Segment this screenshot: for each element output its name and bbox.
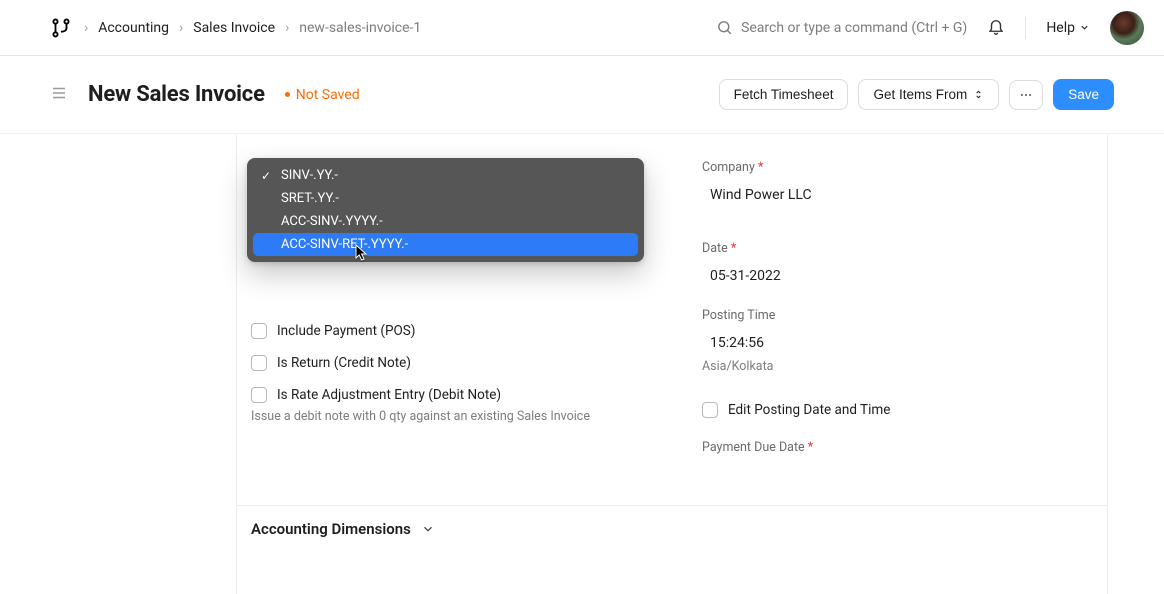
chevron-down-icon	[421, 522, 435, 536]
topbar-right: Search or type a command (Ctrl + G) Help	[716, 11, 1144, 45]
series-option-label: SRET-.YY.-	[281, 191, 339, 206]
form-right-column: Company * Wind Power LLC Date * 05-31-20…	[702, 160, 1093, 475]
rate-adjustment-row[interactable]: Is Rate Adjustment Entry (Debit Note)	[251, 379, 642, 405]
kebab-icon	[1019, 88, 1033, 102]
series-option-2[interactable]: ACC-SINV-.YYYY.-	[253, 210, 638, 233]
include-pos-label: Include Payment (POS)	[277, 323, 415, 339]
check-icon: ✓	[259, 169, 273, 183]
status-badge: Not Saved	[285, 87, 360, 103]
rate-adjustment-help: Issue a debit note with 0 qty against an…	[251, 409, 642, 424]
series-option-label: ACC-SINV-.YYYY.-	[281, 214, 383, 229]
payment-due-block: Payment Due Date *	[702, 440, 1093, 461]
status-text: Not Saved	[296, 87, 360, 103]
edit-posting-label: Edit Posting Date and Time	[728, 402, 890, 418]
chevron-right-icon: ›	[84, 20, 88, 36]
divider	[1025, 17, 1026, 39]
posting-time-block: Posting Time 15:24:56 Asia/Kolkata	[702, 308, 1093, 380]
breadcrumb-accounting[interactable]: Accounting	[98, 20, 169, 36]
required-asterisk: *	[758, 160, 763, 175]
is-return-label: Is Return (Credit Note)	[277, 355, 411, 371]
series-option-3[interactable]: ACC-SINV-RET-.YYYY.-	[253, 233, 638, 256]
chevron-right-icon: ›	[285, 20, 289, 36]
notifications-icon[interactable]	[987, 17, 1005, 39]
timezone-text: Asia/Kolkata	[702, 357, 1093, 380]
payment-due-label: Payment Due Date *	[702, 440, 1093, 455]
sidebar-toggle-icon[interactable]	[50, 84, 68, 106]
updown-icon	[973, 89, 984, 100]
company-label: Company *	[702, 160, 1093, 175]
topbar-left: › Accounting › Sales Invoice › new-sales…	[50, 17, 421, 39]
series-option-0[interactable]: ✓ SINV-.YY.-	[253, 164, 638, 187]
form-left-column: Series * ✓ SINV-.YY.- SRET-.YY.- ACC-SIN…	[251, 160, 642, 475]
page-header-left: New Sales Invoice Not Saved	[50, 82, 360, 107]
include-pos-row[interactable]: Include Payment (POS)	[251, 315, 642, 347]
form-body: Series * ✓ SINV-.YY.- SRET-.YY.- ACC-SIN…	[236, 134, 1108, 594]
top-navbar: › Accounting › Sales Invoice › new-sales…	[0, 0, 1164, 56]
series-field-block: Series * ✓ SINV-.YY.- SRET-.YY.- ACC-SIN…	[251, 160, 642, 181]
include-pos-checkbox[interactable]	[251, 323, 267, 339]
rate-adjustment-label: Is Rate Adjustment Entry (Debit Note)	[277, 387, 501, 403]
edit-posting-checkbox[interactable]	[702, 402, 718, 418]
company-field-block: Company * Wind Power LLC	[702, 160, 1093, 209]
is-return-checkbox[interactable]	[251, 355, 267, 371]
date-field-block: Date * 05-31-2022	[702, 241, 1093, 290]
required-asterisk: *	[808, 440, 813, 455]
accounting-dimensions-section[interactable]: Accounting Dimensions	[237, 505, 1107, 548]
chevron-right-icon: ›	[179, 20, 183, 36]
app-logo-icon[interactable]	[50, 17, 72, 39]
date-value[interactable]: 05-31-2022	[702, 262, 1093, 290]
page-header-right: Fetch Timesheet Get Items From Save	[719, 79, 1114, 110]
chevron-down-icon	[1079, 22, 1090, 33]
required-asterisk: *	[731, 241, 736, 256]
breadcrumb: › Accounting › Sales Invoice › new-sales…	[84, 20, 421, 36]
get-items-from-label: Get Items From	[873, 87, 967, 102]
breadcrumb-current: new-sales-invoice-1	[299, 20, 421, 36]
accounting-dimensions-title: Accounting Dimensions	[251, 520, 411, 538]
page-title: New Sales Invoice	[88, 82, 265, 107]
save-button[interactable]: Save	[1053, 79, 1114, 110]
rate-adjustment-checkbox[interactable]	[251, 387, 267, 403]
series-option-label: SINV-.YY.-	[281, 168, 338, 183]
breadcrumb-sales-invoice[interactable]: Sales Invoice	[193, 20, 275, 36]
get-items-from-button[interactable]: Get Items From	[858, 79, 999, 110]
avatar[interactable]	[1110, 11, 1144, 45]
date-label: Date *	[702, 241, 1093, 256]
search-icon	[716, 19, 733, 36]
company-value[interactable]: Wind Power LLC	[702, 181, 1093, 209]
edit-posting-row[interactable]: Edit Posting Date and Time	[702, 394, 1093, 426]
posting-time-label: Posting Time	[702, 308, 1093, 323]
page-header: New Sales Invoice Not Saved Fetch Timesh…	[0, 56, 1164, 134]
series-dropdown[interactable]: ✓ SINV-.YY.- SRET-.YY.- ACC-SINV-.YYYY.-…	[247, 158, 644, 262]
more-actions-button[interactable]	[1009, 80, 1043, 110]
series-option-1[interactable]: SRET-.YY.-	[253, 187, 638, 210]
fetch-timesheet-button[interactable]: Fetch Timesheet	[719, 79, 849, 110]
help-label: Help	[1046, 20, 1075, 36]
global-search[interactable]: Search or type a command (Ctrl + G)	[716, 19, 967, 36]
help-menu[interactable]: Help	[1046, 20, 1090, 36]
search-placeholder: Search or type a command (Ctrl + G)	[741, 20, 967, 36]
series-option-label: ACC-SINV-RET-.YYYY.-	[281, 237, 408, 252]
posting-time-value[interactable]: 15:24:56	[702, 329, 1093, 357]
is-return-row[interactable]: Is Return (Credit Note)	[251, 347, 642, 379]
status-dot-icon	[285, 92, 290, 97]
